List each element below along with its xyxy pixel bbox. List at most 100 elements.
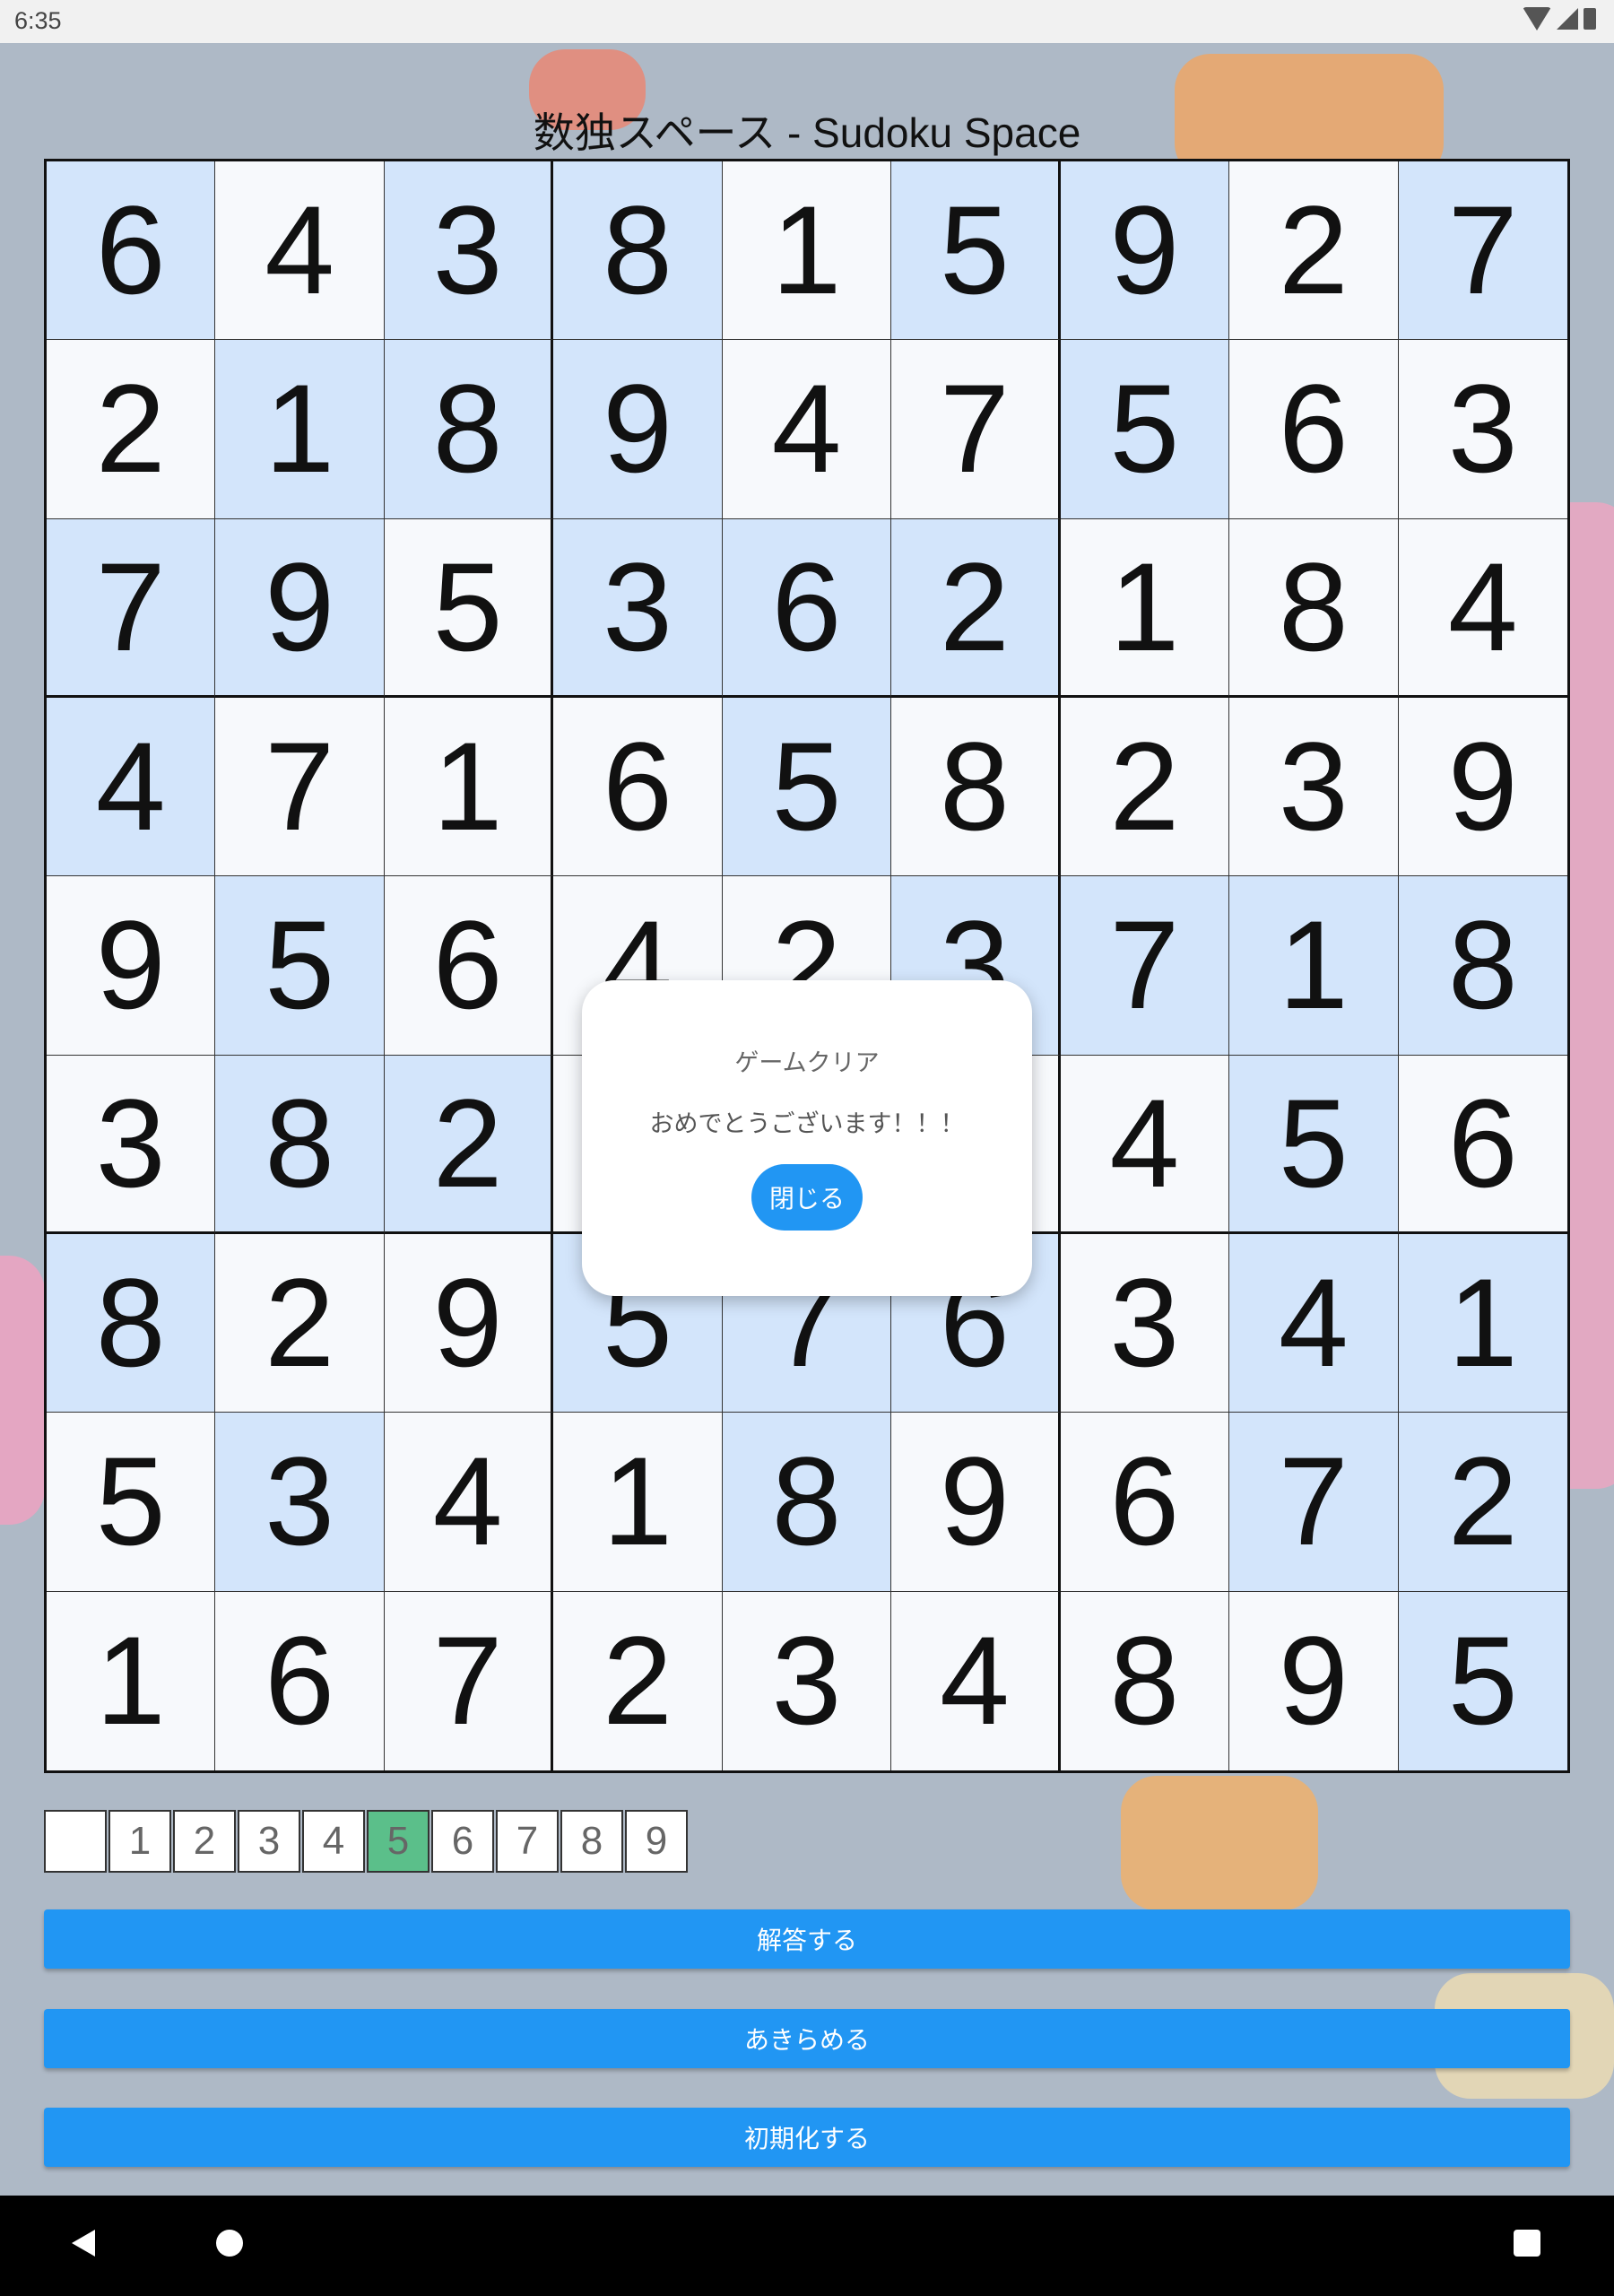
background-sticker	[1121, 1776, 1318, 1910]
palette-key[interactable]: 5	[367, 1810, 430, 1873]
board-cell[interactable]: 9	[215, 518, 385, 698]
board-cell[interactable]: 6	[1060, 1413, 1230, 1592]
board-cell[interactable]: 4	[1229, 1233, 1399, 1413]
board-cell[interactable]: 6	[47, 161, 216, 341]
board-cell[interactable]: 9	[891, 1413, 1061, 1592]
status-time: 6:35	[14, 7, 62, 34]
dialog-title: ゲームクリア	[734, 1049, 880, 1076]
board-cell[interactable]: 7	[891, 340, 1061, 519]
board-cell[interactable]: 1	[215, 340, 385, 519]
board-cell[interactable]: 9	[1398, 697, 1567, 877]
palette-key-blank[interactable]	[44, 1810, 107, 1873]
board-cell[interactable]: 6	[215, 1591, 385, 1770]
board-cell[interactable]: 4	[384, 1413, 554, 1592]
board-cell[interactable]: 2	[47, 340, 216, 519]
board-cell[interactable]: 2	[384, 1055, 554, 1234]
board-cell[interactable]: 8	[215, 1055, 385, 1234]
palette-key[interactable]: 3	[238, 1810, 300, 1873]
board-cell[interactable]: 8	[1060, 1591, 1230, 1770]
board-cell[interactable]: 9	[47, 876, 216, 1056]
board-cell[interactable]: 3	[1229, 697, 1399, 877]
board-cell[interactable]: 8	[47, 1233, 216, 1413]
board-cell[interactable]: 6	[553, 697, 723, 877]
board-cell[interactable]: 2	[891, 518, 1061, 698]
board-cell[interactable]: 4	[722, 340, 892, 519]
board-cell[interactable]: 5	[1229, 1055, 1399, 1234]
board-cell[interactable]: 5	[891, 161, 1061, 341]
home-icon[interactable]	[216, 2230, 243, 2257]
board-cell[interactable]: 4	[1398, 518, 1567, 698]
board-cell[interactable]: 3	[553, 518, 723, 698]
board-cell[interactable]: 7	[384, 1591, 554, 1770]
palette-key[interactable]: 4	[302, 1810, 365, 1873]
board-cell[interactable]: 9	[553, 340, 723, 519]
board-cell[interactable]: 7	[1229, 1413, 1399, 1592]
board-cell[interactable]: 7	[1060, 876, 1230, 1056]
board-cell[interactable]: 9	[1060, 161, 1230, 341]
palette-key[interactable]: 7	[496, 1810, 559, 1873]
board-cell[interactable]: 8	[722, 1413, 892, 1592]
board-cell[interactable]: 2	[1060, 697, 1230, 877]
board-cell[interactable]: 2	[1398, 1413, 1567, 1592]
palette-key[interactable]: 6	[431, 1810, 494, 1873]
board-cell[interactable]: 5	[215, 876, 385, 1056]
background-sticker	[0, 1256, 45, 1525]
board-cell[interactable]: 5	[47, 1413, 216, 1592]
board-cell[interactable]: 4	[47, 697, 216, 877]
board-cell[interactable]: 8	[384, 340, 554, 519]
palette-key[interactable]: 9	[625, 1810, 688, 1873]
sudoku-board: 6438159272189475637953621844716582399564…	[44, 159, 1570, 1773]
board-cell[interactable]: 3	[215, 1413, 385, 1592]
board-cell[interactable]: 4	[891, 1591, 1061, 1770]
board-cell[interactable]: 5	[1398, 1591, 1567, 1770]
board-cell[interactable]: 6	[384, 876, 554, 1056]
board-cell[interactable]: 5	[722, 697, 892, 877]
board-cell[interactable]: 1	[722, 161, 892, 341]
signal-icon	[1557, 8, 1578, 30]
board-cell[interactable]: 1	[1229, 876, 1399, 1056]
page-title: 数独スペース - Sudoku Space	[533, 109, 1081, 156]
board-cell[interactable]: 9	[384, 1233, 554, 1413]
board-cell[interactable]: 7	[47, 518, 216, 698]
answer-button[interactable]: 解答する	[44, 1909, 1570, 1969]
board-cell[interactable]: 3	[384, 161, 554, 341]
board-cell[interactable]: 3	[1060, 1233, 1230, 1413]
board-cell[interactable]: 2	[1229, 161, 1399, 341]
board-cell[interactable]: 6	[1229, 340, 1399, 519]
back-icon[interactable]	[72, 2230, 95, 2257]
board-cell[interactable]: 1	[384, 697, 554, 877]
board-cell[interactable]: 6	[1398, 1055, 1567, 1234]
wifi-icon	[1523, 7, 1551, 30]
board-cell[interactable]: 5	[384, 518, 554, 698]
board-cell[interactable]: 1	[47, 1591, 216, 1770]
board-cell[interactable]: 5	[1060, 340, 1230, 519]
board-cell[interactable]: 2	[553, 1591, 723, 1770]
board-cell[interactable]: 4	[1060, 1055, 1230, 1234]
board-cell[interactable]: 1	[1060, 518, 1230, 698]
reset-button[interactable]: 初期化する	[44, 2108, 1570, 2167]
palette-key[interactable]: 1	[108, 1810, 171, 1873]
board-cell[interactable]: 9	[1229, 1591, 1399, 1770]
board-cell[interactable]: 8	[1229, 518, 1399, 698]
board-cell[interactable]: 3	[47, 1055, 216, 1234]
board-cell[interactable]: 2	[215, 1233, 385, 1413]
palette-key[interactable]: 8	[560, 1810, 623, 1873]
status-bar: 6:35	[0, 0, 1614, 43]
board-cell[interactable]: 3	[1398, 340, 1567, 519]
number-palette: 123456789	[44, 1810, 690, 1873]
board-cell[interactable]: 3	[722, 1591, 892, 1770]
board-cell[interactable]: 1	[1398, 1233, 1567, 1413]
board-cell[interactable]: 6	[722, 518, 892, 698]
give-up-button[interactable]: あきらめる	[44, 2009, 1570, 2068]
board-cell[interactable]: 7	[215, 697, 385, 877]
navigation-bar	[0, 2196, 1614, 2296]
close-button[interactable]: 閉じる	[751, 1164, 863, 1231]
board-cell[interactable]: 1	[553, 1413, 723, 1592]
board-cell[interactable]: 4	[215, 161, 385, 341]
board-cell[interactable]: 8	[891, 697, 1061, 877]
board-cell[interactable]: 8	[553, 161, 723, 341]
board-cell[interactable]: 8	[1398, 876, 1567, 1056]
palette-key[interactable]: 2	[173, 1810, 236, 1873]
recent-apps-icon[interactable]	[1514, 2230, 1540, 2257]
board-cell[interactable]: 7	[1398, 161, 1567, 341]
